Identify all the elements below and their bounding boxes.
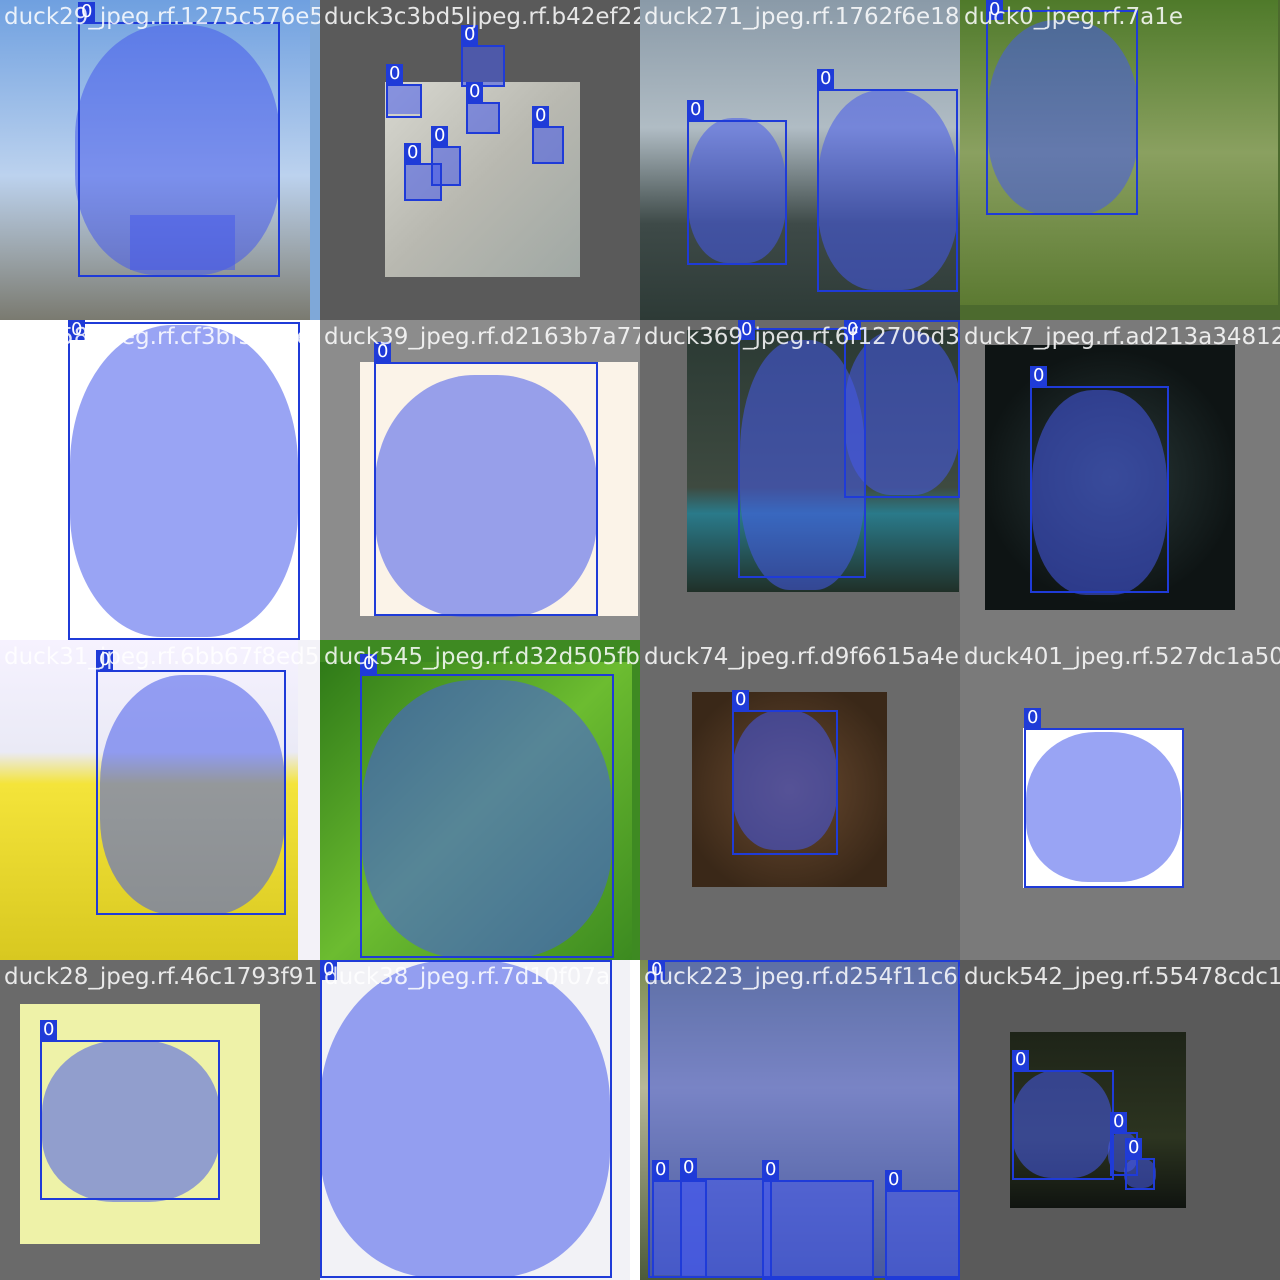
- class-label: 0: [844, 320, 862, 340]
- class-label: 0: [738, 320, 756, 340]
- class-label: 0: [732, 690, 750, 710]
- mosaic-tile: 0duck58_jpeg.rf.cf3bf328ae8047d6977a5af: [0, 320, 320, 640]
- bounding-box: [687, 120, 787, 265]
- bounding-box: [431, 146, 461, 186]
- class-label: 0: [40, 1020, 58, 1040]
- class-label: 0: [648, 960, 666, 980]
- bounding-box: [1030, 386, 1169, 593]
- class-label: 0: [687, 100, 705, 120]
- bounding-box: [1024, 728, 1184, 888]
- class-label: 0: [68, 320, 86, 340]
- mosaic-tile: 0 0 0 0 0 duck223_jpeg.rf.d254f11c6b: [640, 960, 960, 1280]
- class-label: 0: [817, 69, 835, 89]
- class-label: 0: [1012, 1050, 1030, 1070]
- class-label: 0: [374, 342, 392, 362]
- bounding-box: [680, 1178, 772, 1278]
- class-label: 0: [1024, 708, 1042, 728]
- bounding-box: [762, 1180, 874, 1280]
- class-label: 0: [96, 650, 114, 670]
- bounding-box: [374, 362, 598, 616]
- tile-title: duck542_jpeg.rf.55478cdc1a1: [964, 964, 1280, 990]
- bounding-box: [96, 670, 286, 915]
- mosaic-tile: 00duck271_jpeg.rf.1762f6e18ca1: [640, 0, 960, 320]
- tile-title: duck28_jpeg.rf.46c1793f91b9: [4, 964, 320, 990]
- class-label: 0: [885, 1170, 903, 1190]
- class-label: 0: [461, 25, 479, 45]
- class-label: 0: [532, 106, 550, 126]
- bounding-box: [466, 102, 500, 134]
- mosaic-tile: 0 duck401_jpeg.rf.527dc1a50fae: [960, 640, 1280, 960]
- class-label: 0: [386, 64, 404, 84]
- bounding-box: [1125, 1158, 1155, 1190]
- bounding-box: [732, 710, 838, 855]
- mosaic-tile: 000000duck3c3bd5ljpeg.rf.b42ef22a7347bd1…: [320, 0, 640, 320]
- bounding-box: [817, 89, 958, 292]
- bounding-box: [386, 84, 422, 118]
- class-label: 0: [320, 960, 338, 980]
- class-label: 0: [1030, 366, 1048, 386]
- tile-title: duck401_jpeg.rf.527dc1a50fae: [964, 644, 1280, 670]
- mosaic-grid: 0duck29_jpeg.rf.1275c576e5930385bjpeg.rf…: [0, 0, 1280, 1280]
- tile-title: duck39_jpeg.rf.d2163b7a773a8: [324, 324, 640, 350]
- class-label: 0: [431, 126, 449, 146]
- mosaic-tile: 0duck29_jpeg.rf.1275c576e5930385bjpeg.rf…: [0, 0, 320, 320]
- bounding-box: [986, 10, 1138, 215]
- bounding-box: [40, 1040, 220, 1200]
- class-label: 0: [652, 1160, 670, 1180]
- mosaic-tile: 0duck39_jpeg.rf.d2163b7a773a8: [320, 320, 640, 640]
- class-label: 0: [404, 143, 422, 163]
- mosaic-tile: 0duck31_jpeg.rf.6bb67f8ed5cdd: [0, 640, 320, 960]
- mosaic-tile: 0 duck0_jpeg.rf.7a1e: [960, 0, 1280, 320]
- bounding-box: [885, 1190, 960, 1280]
- class-label: 0: [680, 1158, 698, 1178]
- class-label: 0: [986, 0, 1004, 20]
- mosaic-tile: 0 duck38_jpeg.rf.7d10f07a: [320, 960, 640, 1280]
- bounding-box: [360, 674, 614, 958]
- bounding-box: [461, 45, 505, 87]
- tile-title: duck74_jpeg.rf.d9f6615a4e92: [644, 644, 960, 670]
- mosaic-tile: 0 duck7_jpeg.rf.ad213a34812: [960, 320, 1280, 640]
- mosaic-tile: 0 duck28_jpeg.rf.46c1793f91b9: [0, 960, 320, 1280]
- class-label: 0: [1125, 1138, 1143, 1158]
- bounding-box: [844, 320, 960, 498]
- bounding-box: [320, 960, 612, 1278]
- bounding-box: [532, 126, 564, 164]
- bounding-box: [78, 22, 280, 277]
- mosaic-tile: 0 0 0 duck542_jpeg.rf.55478cdc1a1: [960, 960, 1280, 1280]
- class-label: 0: [1110, 1112, 1128, 1132]
- class-label: 0: [360, 654, 378, 674]
- class-label: 0: [78, 2, 96, 22]
- bounding-box: [1012, 1070, 1114, 1180]
- mosaic-tile: 0 0 duck369_jpeg.rf.6f12706d3a2: [640, 320, 960, 640]
- mosaic-tile: 0 duck74_jpeg.rf.d9f6615a4e92: [640, 640, 960, 960]
- tile-title: duck3c3bd5ljpeg.rf.b42ef22a7347bd1fa75: [324, 4, 640, 30]
- class-label: 0: [762, 1160, 780, 1180]
- bounding-box: [68, 322, 300, 640]
- mosaic-tile: 0duck545_jpeg.rf.d32d505fbee28: [320, 640, 640, 960]
- class-label: 0: [466, 82, 484, 102]
